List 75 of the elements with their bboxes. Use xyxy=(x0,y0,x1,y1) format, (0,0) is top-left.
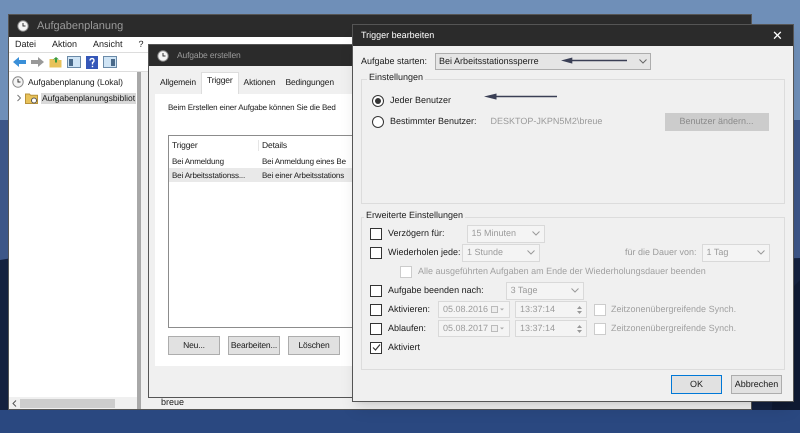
dialog-button[interactable]: Neu... xyxy=(168,336,220,355)
option-label: Alle ausgeführten Aufgaben am Ende der Wiederholungsdauer beenden xyxy=(418,266,706,277)
chevron-down-icon xyxy=(639,59,648,64)
clock-icon xyxy=(17,20,29,32)
dialog-button[interactable]: Löschen xyxy=(288,336,340,355)
folder-up-icon[interactable] xyxy=(49,56,62,68)
calendar-icon xyxy=(491,325,505,332)
menu-item[interactable]: Ansicht xyxy=(93,39,123,50)
window-title: Aufgabenplanung xyxy=(37,20,124,32)
menu-item[interactable]: ? xyxy=(138,39,144,50)
chevron-down-icon xyxy=(756,250,765,255)
table-cell-text: Bei Anmeldung eines Be xyxy=(261,156,347,166)
column-header[interactable]: Details xyxy=(259,140,290,150)
pane-icon[interactable] xyxy=(67,56,81,68)
window-title: Aufgabe erstellen xyxy=(177,50,241,61)
menu-item[interactable]: Datei xyxy=(15,39,36,50)
window-title: Trigger bearbeiten xyxy=(361,30,434,41)
option-label: Aktivieren: xyxy=(388,304,430,315)
forward-arrow-icon[interactable] xyxy=(31,57,44,67)
list-text: breue xyxy=(161,397,186,405)
dialog-button[interactable]: Bearbeiten... xyxy=(228,336,280,355)
chevron-right-icon[interactable] xyxy=(16,94,22,102)
table-cell-text: Bei Anmeldung xyxy=(171,156,225,166)
tree-item[interactable]: Aufgabenplanungsbibliot xyxy=(41,92,136,104)
group-title: Erweiterte Einstellungen xyxy=(364,210,466,221)
option-label: Zeitzonenübergreifende Synch. xyxy=(611,323,736,334)
option-label: Verzögern für: xyxy=(388,228,445,239)
help-icon[interactable] xyxy=(86,56,98,68)
table-cell-text: Bei Arbeitsstationss... xyxy=(171,170,246,180)
dialog-button[interactable]: OK xyxy=(671,375,722,394)
menu-item[interactable]: Aktion xyxy=(52,39,78,50)
tree-item[interactable]: Aufgabenplanung (Lokal) xyxy=(27,76,124,88)
spinner-icon[interactable] xyxy=(577,324,582,334)
close-button[interactable]: ✕ xyxy=(772,30,783,41)
option-label: für die Dauer von: xyxy=(625,247,697,258)
table-cell-text: Bei einer Arbeitsstations xyxy=(261,170,346,180)
chevron-left-icon[interactable] xyxy=(12,400,17,406)
radio-label: Bestimmter Benutzer: xyxy=(390,116,477,127)
radio-button[interactable] xyxy=(372,94,384,106)
start-dropdown[interactable]: Bei Arbeitsstationssperre xyxy=(435,53,652,70)
radio-label: Jeder Benutzer xyxy=(390,95,452,106)
spinner-icon[interactable] xyxy=(577,304,582,314)
scrollbar[interactable] xyxy=(9,397,137,409)
option-label: Wiederholen jede: xyxy=(388,247,461,258)
radio-button[interactable] xyxy=(372,116,384,128)
calendar-icon xyxy=(491,306,505,313)
arrow-drawing xyxy=(561,57,627,64)
tab[interactable]: Trigger xyxy=(200,72,239,94)
back-arrow-icon[interactable] xyxy=(13,57,26,67)
intro-text: Beim Erstellen einer Aufgabe können Sie die Bed xyxy=(168,102,337,113)
group-title: Einstellungen xyxy=(367,72,426,83)
scrollbar-thumb[interactable] xyxy=(20,398,115,408)
option-label: Ablaufen: xyxy=(388,323,426,334)
chevron-down-icon xyxy=(570,288,579,293)
checkbox[interactable] xyxy=(370,228,382,240)
option-label: Aufgabe beenden nach: xyxy=(388,285,484,296)
clock-icon xyxy=(12,76,24,88)
option-label: Aktiviert xyxy=(388,342,420,353)
checkbox[interactable] xyxy=(370,342,382,354)
table-row[interactable]: Bei Anmeldung Bei Anmeldung eines Be xyxy=(169,154,367,168)
field-label: Aufgabe starten: xyxy=(361,56,428,67)
user-name: DESKTOP-JKPN5M2\breue xyxy=(490,116,604,127)
checkbox[interactable] xyxy=(370,304,382,316)
folder-icon xyxy=(25,92,38,104)
checkbox[interactable] xyxy=(370,284,382,296)
column-header[interactable]: Trigger xyxy=(169,140,259,150)
clock-icon xyxy=(157,50,169,62)
chevron-down-icon xyxy=(527,250,535,255)
checkbox[interactable] xyxy=(370,322,382,334)
option-label: Zeitzonenübergreifende Synch. xyxy=(611,304,736,315)
checkmark-icon xyxy=(372,343,380,352)
chevron-down-icon xyxy=(532,231,540,236)
checkbox[interactable] xyxy=(370,246,382,258)
dialog-button[interactable]: Abbrechen xyxy=(731,375,782,394)
pane-icon[interactable] xyxy=(103,56,117,68)
